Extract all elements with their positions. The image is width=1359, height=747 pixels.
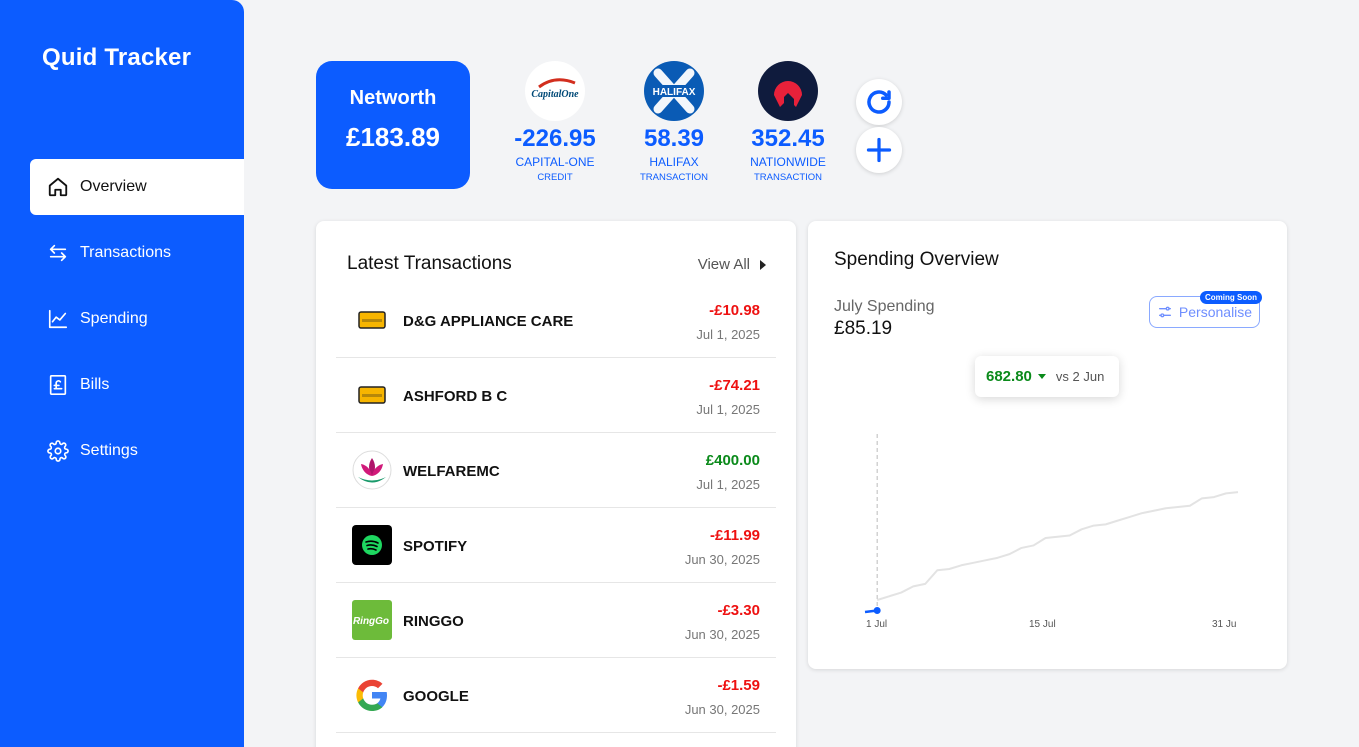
networth-value: £183.89	[346, 122, 440, 152]
transaction-row[interactable]: D&G APPLIANCE CARE -£10.98 Jul 1, 2025	[336, 283, 776, 358]
transaction-date: Jul 1, 2025	[696, 327, 760, 342]
x-tick-label: 31 Ju	[1212, 619, 1237, 630]
spending-overview-title: Spending Overview	[834, 249, 999, 270]
card-icon	[352, 300, 392, 340]
caret-down-icon	[1037, 374, 1046, 379]
sliders-icon	[1158, 306, 1171, 318]
account-type: TRANSACTION	[639, 172, 709, 183]
account-name: NATIONWIDE	[750, 155, 826, 169]
account-capital-one[interactable]: CapitalOne -226.95 CAPITAL-ONE CREDIT	[495, 61, 615, 183]
account-balance: 352.45	[751, 125, 825, 152]
transaction-row[interactable]: GOOGLE -£1.59 Jun 30, 2025	[336, 658, 776, 733]
transaction-row[interactable]: SPOTIFY -£11.99 Jun 30, 2025	[336, 508, 776, 583]
add-account-button[interactable]	[856, 127, 902, 173]
account-balance: -226.95	[514, 125, 596, 152]
account-type: CREDIT	[537, 172, 573, 183]
coming-soon-badge: Coming Soon	[1200, 291, 1262, 304]
sidebar-nav: Overview Transactions Spending Bills Set…	[30, 159, 244, 489]
google-logo	[352, 675, 392, 715]
account-name: HALIFAX	[649, 155, 699, 169]
view-all-link[interactable]: View All	[698, 256, 766, 273]
arrows-icon	[47, 242, 69, 264]
transaction-row[interactable]: RingGo RINGGO -£3.30 Jun 30, 2025	[336, 583, 776, 658]
halifax-logo: HALIFAX	[644, 61, 704, 121]
spending-period-label: July Spending	[834, 298, 935, 315]
sidebar-item-label: Spending	[80, 310, 148, 327]
transaction-date: Jun 30, 2025	[684, 552, 760, 567]
sidebar-item-label: Settings	[80, 442, 138, 459]
tooltip-value: 682.80	[986, 368, 1032, 385]
transaction-amount: -£3.30	[717, 602, 760, 619]
transaction-name: D&G APPLIANCE CARE	[403, 313, 574, 330]
card-icon	[352, 375, 392, 415]
current-point-marker	[873, 607, 881, 614]
ringgo-logo-text: RingGo	[353, 616, 389, 627]
transaction-date: Jul 1, 2025	[696, 402, 760, 417]
account-name: CAPITAL-ONE	[515, 155, 595, 169]
capital-one-logo: CapitalOne	[525, 61, 585, 121]
refresh-button[interactable]	[856, 79, 902, 125]
personalise-label: Personalise	[1178, 304, 1253, 320]
transaction-name: WELFAREMC	[403, 463, 500, 480]
latest-transactions-title: Latest Transactions	[347, 253, 512, 274]
refresh-icon	[867, 90, 891, 114]
networth-label: Networth	[349, 87, 437, 109]
ringgo-logo: RingGo	[352, 600, 392, 640]
nationwide-logo	[758, 61, 818, 121]
transaction-row[interactable]: WELFAREMC £400.00 Jul 1, 2025	[336, 433, 776, 508]
sidebar-item-overview[interactable]: Overview	[30, 159, 244, 215]
capital-one-logo-text: CapitalOne	[531, 89, 579, 100]
sidebar: Quid Tracker Overview Transactions Spend…	[0, 0, 244, 747]
app-title: Quid Tracker	[42, 44, 192, 71]
spending-overview-card: Spending Overview July Spending £85.19 P…	[808, 221, 1287, 669]
home-icon	[47, 176, 69, 198]
latest-transactions-card: Latest Transactions View All D&G APPLIAN…	[316, 221, 796, 747]
transaction-date: Jun 30, 2025	[684, 702, 760, 717]
series-line-comparison	[876, 491, 1239, 601]
transaction-name: RINGGO	[403, 613, 464, 630]
x-tick-label: 15 Jul	[1029, 619, 1056, 630]
transaction-amount: -£10.98	[709, 302, 760, 319]
lotus-logo	[352, 450, 392, 490]
transaction-row[interactable]: ASHFORD B C -£74.21 Jul 1, 2025	[336, 358, 776, 433]
transaction-name: ASHFORD B C	[403, 388, 508, 405]
account-type: TRANSACTION	[753, 172, 823, 183]
gear-icon	[47, 440, 69, 462]
sidebar-item-label: Bills	[80, 376, 110, 393]
account-halifax[interactable]: HALIFAX 58.39 HALIFAX TRANSACTION	[614, 61, 734, 183]
spending-period-value: £85.19	[834, 318, 893, 339]
sidebar-item-bills[interactable]: Bills	[30, 357, 244, 413]
transaction-amount: £400.00	[705, 452, 760, 469]
transaction-date: Jun 30, 2025	[684, 627, 760, 642]
chart-tooltip: 682.80 vs 2 Jun	[975, 356, 1119, 397]
sidebar-item-spending[interactable]: Spending	[30, 291, 244, 347]
sidebar-item-transactions[interactable]: Transactions	[30, 225, 244, 281]
spending-chart	[864, 434, 1239, 614]
x-tick-label: 1 Jul	[866, 619, 888, 630]
transaction-name: GOOGLE	[403, 688, 469, 705]
transaction-amount: -£1.59	[717, 677, 760, 694]
networth-card: Networth £183.89	[316, 61, 470, 189]
account-nationwide[interactable]: 352.45 NATIONWIDE TRANSACTION	[728, 61, 848, 183]
spotify-logo	[352, 525, 392, 565]
sidebar-item-label: Transactions	[80, 244, 171, 261]
transaction-date: Jul 1, 2025	[696, 477, 760, 492]
chart-line-icon	[47, 308, 69, 330]
sidebar-item-label: Overview	[80, 178, 147, 195]
sidebar-item-settings[interactable]: Settings	[30, 423, 244, 479]
transaction-amount: -£74.21	[709, 377, 760, 394]
halifax-logo-text: HALIFAX	[653, 87, 696, 98]
transactions-list: D&G APPLIANCE CARE -£10.98 Jul 1, 2025 A…	[336, 283, 776, 733]
tooltip-compare: vs 2 Jun	[1055, 369, 1105, 384]
view-all-label: View All	[697, 256, 750, 273]
series-line-july	[864, 609, 878, 614]
transaction-name: SPOTIFY	[403, 538, 468, 555]
pound-receipt-icon	[47, 374, 69, 396]
caret-right-icon	[760, 259, 766, 270]
transaction-amount: -£11.99	[709, 527, 760, 544]
plus-icon	[866, 137, 892, 163]
account-balance: 58.39	[643, 125, 705, 152]
